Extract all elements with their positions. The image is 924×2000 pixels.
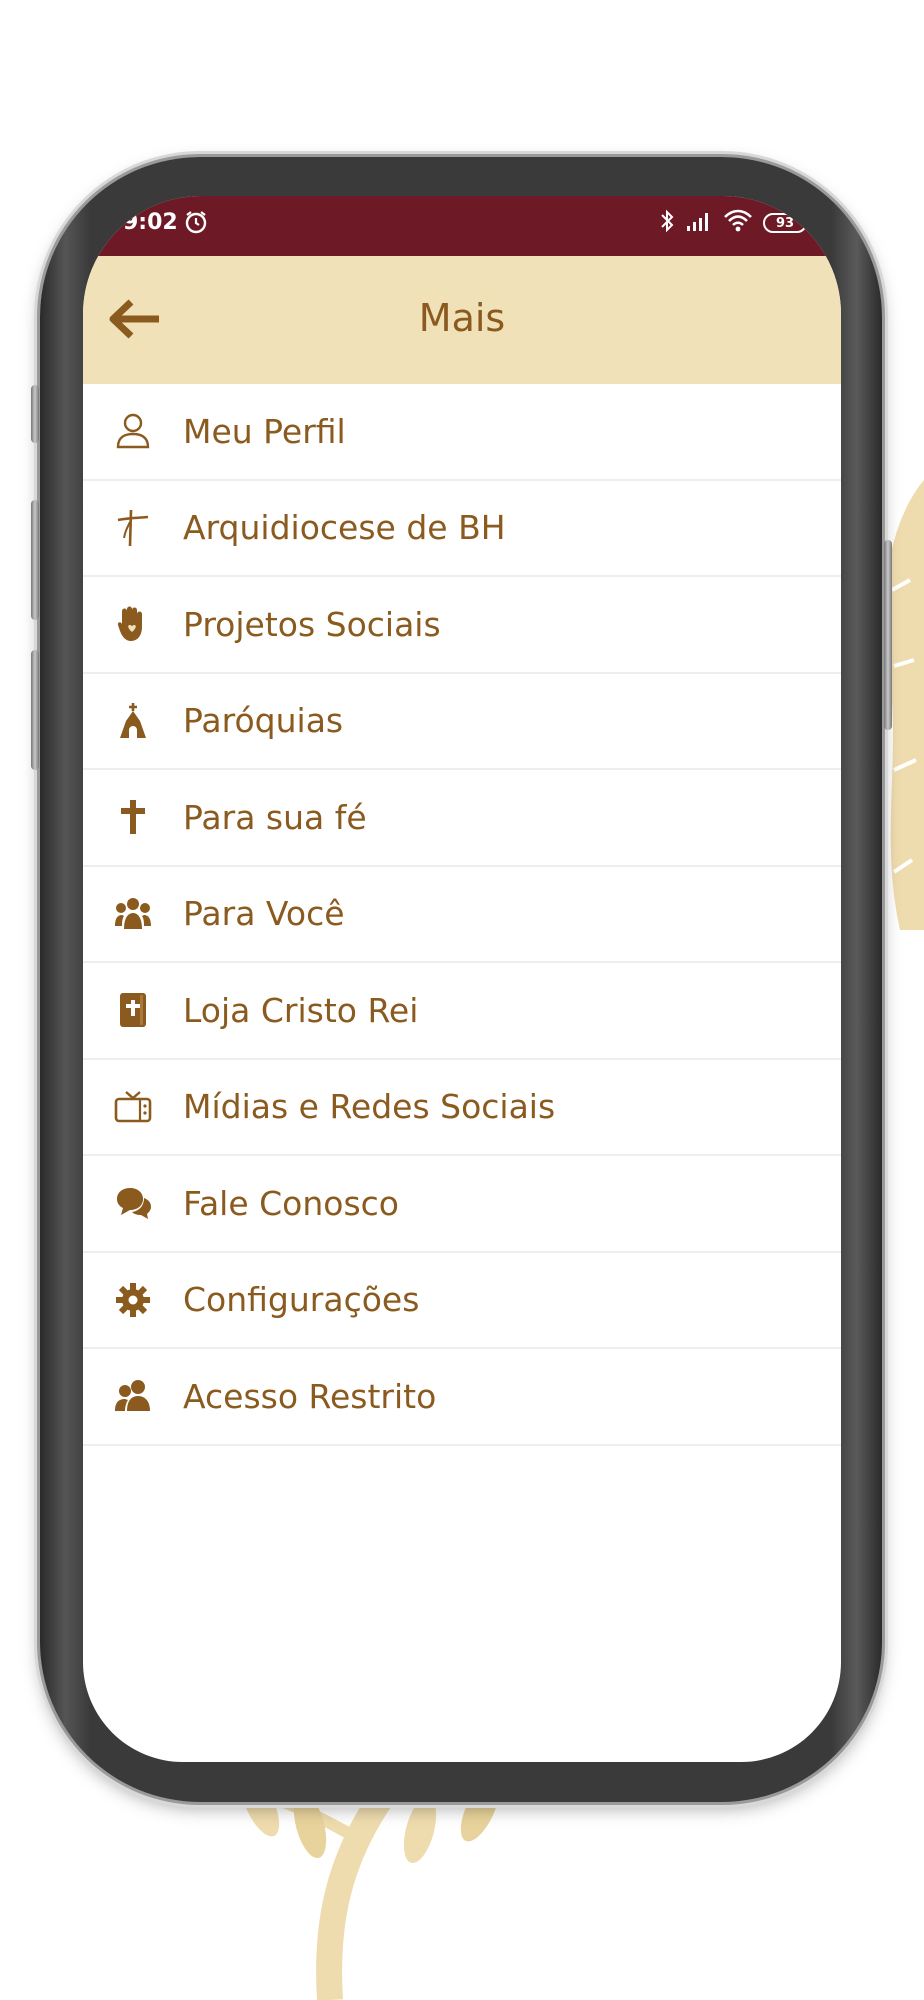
user-icon xyxy=(113,411,153,451)
menu-item-fale-conosco[interactable]: Fale Conosco xyxy=(83,1156,841,1253)
crucifix-icon xyxy=(113,508,153,548)
menu-item-loja-cristo-rei[interactable]: Loja Cristo Rei xyxy=(83,963,841,1060)
bluetooth-icon xyxy=(659,208,675,238)
chat-icon xyxy=(113,1183,153,1223)
tv-icon xyxy=(113,1087,153,1127)
menu-item-label: Para sua fé xyxy=(183,797,367,837)
menu-item-para-sua-fe[interactable]: Para sua fé xyxy=(83,770,841,867)
menu-item-configuracoes[interactable]: Configurações xyxy=(83,1253,841,1349)
menu-list: Meu Perfil Arquidiocese de BH Projetos S… xyxy=(83,384,841,1446)
phone-side-button xyxy=(31,500,39,620)
status-time: 9:02 xyxy=(123,210,178,235)
alarm-icon xyxy=(183,209,209,239)
bible-icon xyxy=(113,990,153,1030)
page-title: Mais xyxy=(418,296,506,340)
wifi-icon xyxy=(723,209,753,237)
app-header: Mais xyxy=(83,256,841,384)
cross-icon xyxy=(113,797,153,837)
menu-item-label: Loja Cristo Rei xyxy=(183,990,419,1030)
menu-item-label: Configurações xyxy=(183,1280,420,1320)
users-icon xyxy=(113,1376,153,1416)
menu-item-label: Para Você xyxy=(183,894,345,934)
menu-item-para-voce[interactable]: Para Você xyxy=(83,867,841,963)
battery-icon: 93 xyxy=(763,213,807,233)
phone-side-button xyxy=(884,540,892,730)
app-screen: 9:02 93 Mais Meu Perfil Arquidiocese de … xyxy=(83,196,841,1762)
menu-item-meu-perfil[interactable]: Meu Perfil xyxy=(83,384,841,481)
menu-item-label: Mídias e Redes Sociais xyxy=(183,1087,556,1127)
menu-item-label: Fale Conosco xyxy=(183,1183,399,1223)
menu-item-acesso-restrito[interactable]: Acesso Restrito xyxy=(83,1349,841,1446)
menu-item-label: Arquidiocese de BH xyxy=(183,508,506,548)
menu-item-arquidiocese[interactable]: Arquidiocese de BH xyxy=(83,481,841,577)
menu-item-paroquias[interactable]: Paróquias xyxy=(83,674,841,770)
phone-side-button xyxy=(31,650,39,770)
hand-heart-icon xyxy=(113,604,153,644)
status-icons: 93 xyxy=(659,208,807,238)
church-icon xyxy=(113,701,153,741)
menu-item-projetos-sociais[interactable]: Projetos Sociais xyxy=(83,577,841,674)
phone-side-button xyxy=(31,385,39,443)
signal-icon xyxy=(685,210,713,236)
group-icon xyxy=(113,894,153,934)
menu-item-label: Paróquias xyxy=(183,701,344,741)
menu-item-midias[interactable]: Mídias e Redes Sociais xyxy=(83,1060,841,1156)
menu-item-label: Projetos Sociais xyxy=(183,604,441,644)
status-bar: 9:02 93 xyxy=(83,196,841,256)
menu-item-label: Acesso Restrito xyxy=(183,1376,437,1416)
gear-icon xyxy=(113,1280,153,1320)
menu-item-label: Meu Perfil xyxy=(183,411,346,451)
